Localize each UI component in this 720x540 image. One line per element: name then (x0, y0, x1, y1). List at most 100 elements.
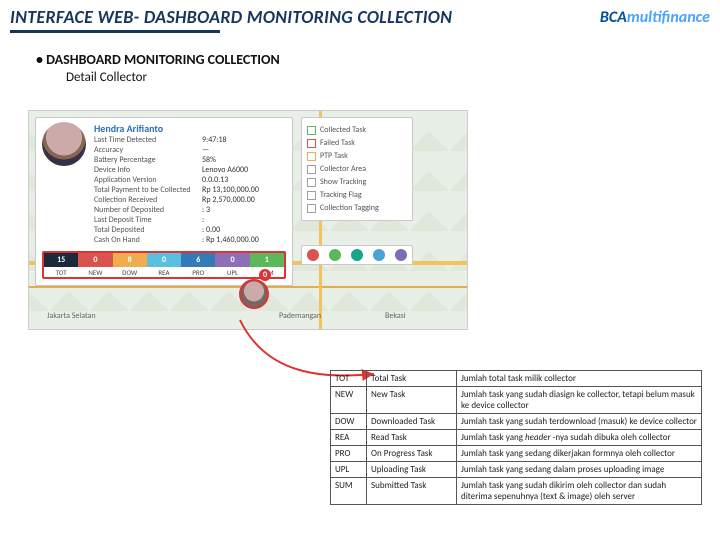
kv-key: Collection Received (94, 195, 202, 205)
pin-icon[interactable] (307, 249, 319, 261)
name-cell: New Task (367, 387, 457, 414)
status-cell-pro[interactable]: 6PRO (181, 253, 215, 277)
kv-key: Battery Percentage (94, 155, 202, 165)
legend-label: Tracking Flag (320, 190, 362, 200)
status-label: REA (158, 267, 169, 277)
status-cell-rea[interactable]: 0REA (147, 253, 181, 277)
kv-key: Accuracy (94, 145, 202, 155)
desc-cell: Jumlah total task milik collector (457, 371, 702, 387)
checkbox-icon[interactable] (307, 191, 316, 200)
code-cell: UPL (331, 462, 367, 478)
desc-cell: Jumlah task yang sudah diasign ke collec… (457, 387, 702, 414)
brand-b: multifinance (627, 8, 710, 27)
kv-value: : 0.00 (202, 225, 220, 235)
name-cell: Downloaded Task (367, 414, 457, 430)
legend-item[interactable]: Collector Area (307, 164, 407, 174)
kv-value: Lenovo A6000 (202, 165, 248, 175)
legend-label: Collector Area (320, 164, 366, 174)
status-label: NEW (88, 267, 102, 277)
desc-cell: Jumlah task yang sedang dikerjakan formn… (457, 446, 702, 462)
status-bar: 15TOT0NEW8DOW0REA6PRO0UPL1SUM (42, 251, 286, 279)
checkbox-icon[interactable] (307, 152, 316, 161)
code-cell: REA (331, 430, 367, 446)
kv-key: Cash On Hand (94, 235, 202, 245)
legend-label: Collected Task (320, 125, 366, 135)
collector-pin[interactable] (239, 279, 269, 309)
kv-key: Total Payment to be Collected (94, 185, 202, 195)
status-cell-dow[interactable]: 8DOW (113, 253, 147, 277)
table-row: PROOn Progress TaskJumlah task yang seda… (331, 446, 702, 462)
pin-icon[interactable] (395, 249, 407, 261)
status-num: 6 (181, 253, 215, 267)
status-label: TOT (56, 267, 67, 277)
desc-cell: Jumlah task yang sudah terdownload (masu… (457, 414, 702, 430)
table-row: DOWDownloaded TaskJumlah task yang sudah… (331, 414, 702, 430)
status-cell-tot[interactable]: 15TOT (44, 253, 78, 277)
checkbox-icon[interactable] (307, 204, 316, 213)
name-cell: On Progress Task (367, 446, 457, 462)
status-num: 1 (250, 253, 284, 267)
kv-value: : Rp 1,460,000.00 (202, 235, 259, 245)
kv-value: 0.0.0.13 (202, 175, 228, 185)
kv-value: : 3 (202, 205, 210, 215)
table-row: SUMSubmitted TaskJumlah task yang sudah … (331, 478, 702, 505)
kv-key: Last Time Detected (94, 135, 202, 145)
name-cell: Uploading Task (367, 462, 457, 478)
pin-bar (301, 245, 413, 265)
table-row: REARead TaskJumlah task yang header -nya… (331, 430, 702, 446)
kv-value: : (202, 215, 204, 225)
name-cell: Submitted Task (367, 478, 457, 505)
brand-a: BCA (600, 8, 627, 27)
map-panel: Jakarta SelatanPademanganBekasi Hendra A… (28, 110, 468, 330)
checkbox-icon[interactable] (307, 178, 316, 187)
status-cell-upl[interactable]: 0UPL (215, 253, 249, 277)
legend-item[interactable]: PTP Task (307, 151, 407, 161)
table-row: UPLUploading TaskJumlah task yang sedang… (331, 462, 702, 478)
section-subheading: Detail Collector (66, 70, 720, 85)
legend-item[interactable]: Tracking Flag (307, 190, 407, 200)
checkbox-icon[interactable] (307, 165, 316, 174)
legend-label: Collection Tagging (320, 203, 379, 213)
kv-value: 9:47:18 (202, 135, 227, 145)
status-cell-new[interactable]: 0NEW (78, 253, 112, 277)
name-cell: Total Task (367, 371, 457, 387)
legend-item[interactable]: Show Tracking (307, 177, 407, 187)
kv-key: Total Deposited (94, 225, 202, 235)
status-num: 0 (215, 253, 249, 267)
checkbox-icon[interactable] (307, 126, 316, 135)
checkbox-icon[interactable] (307, 139, 316, 148)
collector-name: Hendra Arifianto (94, 122, 286, 135)
pin-badge: 0 (259, 269, 271, 281)
map-label: Bekasi (385, 311, 406, 321)
kv-value: Rp 2,570,000.00 (202, 195, 255, 205)
legend-label: Show Tracking (320, 177, 366, 187)
code-cell: SUM (331, 478, 367, 505)
kv-value: 58% (202, 155, 216, 165)
pin-icon[interactable] (351, 249, 363, 261)
name-cell: Read Task (367, 430, 457, 446)
map-label: Jakarta Selatan (47, 311, 96, 321)
code-cell: PRO (331, 446, 367, 462)
kv-key: Application Version (94, 175, 202, 185)
status-label: DOW (122, 267, 137, 277)
kv-value: — (202, 145, 209, 155)
status-label: PRO (192, 267, 204, 277)
legend-item[interactable]: Failed Task (307, 138, 407, 148)
status-num: 8 (113, 253, 147, 267)
kv-key: Last Deposit Time (94, 215, 202, 225)
avatar (42, 122, 86, 166)
kv-key: Number of Deposited (94, 205, 202, 215)
status-label: UPL (227, 267, 238, 277)
legend-item[interactable]: Collection Tagging (307, 203, 407, 213)
status-definition-table: TOTTotal TaskJumlah total task milik col… (330, 370, 702, 505)
legend-item[interactable]: Collected Task (307, 125, 407, 135)
section-heading: • DASHBOARD MONITORING COLLECTION (36, 51, 720, 68)
kv-value: Rp 13,100,000.00 (202, 185, 259, 195)
code-cell: TOT (331, 371, 367, 387)
desc-cell: Jumlah task yang sedang dalam proses upl… (457, 462, 702, 478)
title-underline (10, 30, 220, 33)
pin-icon[interactable] (329, 249, 341, 261)
status-num: 15 (44, 253, 78, 267)
pin-icon[interactable] (373, 249, 385, 261)
callout-arrow (238, 318, 378, 378)
